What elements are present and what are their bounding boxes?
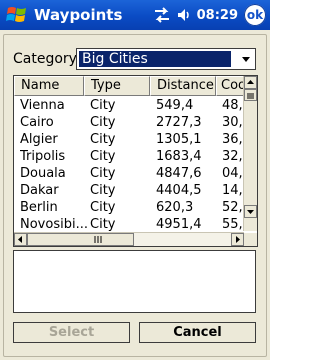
vertical-scrollbar[interactable] (243, 76, 257, 231)
window-title: Waypoints (34, 6, 123, 24)
title-bar: Waypoints 08:29 ok (0, 0, 270, 30)
dropdown-arrow-icon[interactable] (239, 52, 253, 66)
horizontal-scroll-thumb[interactable] (27, 233, 134, 246)
scrollbar-corner (244, 233, 257, 246)
cell-coords: 36, (222, 132, 243, 147)
arrow-down-icon (247, 210, 254, 214)
cell-name: Algier (20, 132, 58, 147)
list-rows: Vienna City 549,4 48, Cairo City 2727,3 30, Algi… (14, 97, 244, 231)
cell-name: Tripolis (20, 149, 66, 164)
connectivity-icon[interactable] (153, 7, 171, 23)
list-row[interactable]: Tripolis City 1683,4 32, (14, 148, 244, 165)
cell-type: City (90, 149, 116, 164)
cell-coords: 55, (222, 217, 243, 231)
vertical-scroll-thumb[interactable] (244, 89, 257, 101)
category-selected-value[interactable]: Big Cities (79, 51, 231, 67)
cell-distance: 1305,1 (156, 132, 202, 147)
cell-type: City (90, 115, 116, 130)
cell-distance: 4404,5 (156, 183, 202, 198)
column-header-distance[interactable]: Distance (150, 76, 216, 96)
cell-coords: 48, (222, 98, 243, 113)
cancel-button[interactable]: Cancel (139, 322, 256, 343)
cell-distance: 620,3 (156, 200, 194, 215)
cell-name: Dakar (20, 183, 59, 198)
list-header: Name Type Distance Coords (14, 76, 244, 96)
cell-type: City (90, 98, 116, 113)
ok-button[interactable]: ok (244, 4, 266, 26)
cell-coords: 32, (222, 149, 243, 164)
arrow-left-icon (18, 236, 22, 243)
arrow-up-icon (247, 80, 254, 84)
scroll-up-button[interactable] (244, 76, 257, 89)
details-textbox[interactable] (13, 250, 256, 313)
arrow-right-icon (236, 236, 240, 243)
cell-name: Cairo (20, 115, 54, 130)
cell-distance: 1683,4 (156, 149, 202, 164)
column-header-type[interactable]: Type (84, 76, 150, 96)
list-row[interactable]: Cairo City 2727,3 30, (14, 114, 244, 131)
cell-coords: 52, (222, 200, 243, 215)
grip-icon (247, 93, 254, 99)
cell-distance: 4847,6 (156, 166, 202, 181)
cell-coords: 04, (222, 166, 243, 181)
list-row[interactable]: Douala City 4847,6 04, (14, 165, 244, 182)
list-row[interactable]: Novosibi... City 4951,4 55, (14, 216, 244, 231)
cell-type: City (90, 166, 116, 181)
clock[interactable]: 08:29 (197, 8, 238, 23)
waypoints-list[interactable]: Name Type Distance Coords Vienna City 549,… (13, 75, 258, 247)
horizontal-scrollbar[interactable] (14, 232, 244, 246)
grip-icon (94, 236, 102, 243)
cell-name: Berlin (20, 200, 58, 215)
scroll-left-button[interactable] (14, 233, 27, 246)
cell-distance: 4951,4 (156, 217, 202, 231)
cell-name: Vienna (20, 98, 65, 113)
cell-type: City (90, 200, 116, 215)
cell-name: Douala (20, 166, 66, 181)
cell-type: City (90, 217, 116, 231)
category-label: Category: (13, 51, 81, 67)
windows-start-icon[interactable] (6, 5, 28, 25)
speaker-icon[interactable] (177, 7, 191, 23)
scroll-down-button[interactable] (244, 205, 257, 218)
cell-coords: 30, (222, 115, 243, 130)
cell-distance: 549,4 (156, 98, 194, 113)
select-button[interactable]: Select (13, 322, 130, 343)
column-header-coords[interactable]: Coords (216, 76, 244, 96)
scroll-right-button[interactable] (231, 233, 244, 246)
status-area: 08:29 (153, 5, 238, 25)
list-row[interactable]: Algier City 1305,1 36, (14, 131, 244, 148)
cell-name: Novosibi... (20, 217, 88, 231)
list-row[interactable]: Vienna City 549,4 48, (14, 97, 244, 114)
category-dropdown[interactable]: Big Cities (76, 48, 256, 70)
list-row[interactable]: Dakar City 4404,5 14, (14, 182, 244, 199)
cell-distance: 2727,3 (156, 115, 202, 130)
cell-type: City (90, 132, 116, 147)
cell-type: City (90, 183, 116, 198)
column-header-name[interactable]: Name (14, 76, 84, 96)
cell-coords: 14, (222, 183, 243, 198)
list-row[interactable]: Berlin City 620,3 52, (14, 199, 244, 216)
